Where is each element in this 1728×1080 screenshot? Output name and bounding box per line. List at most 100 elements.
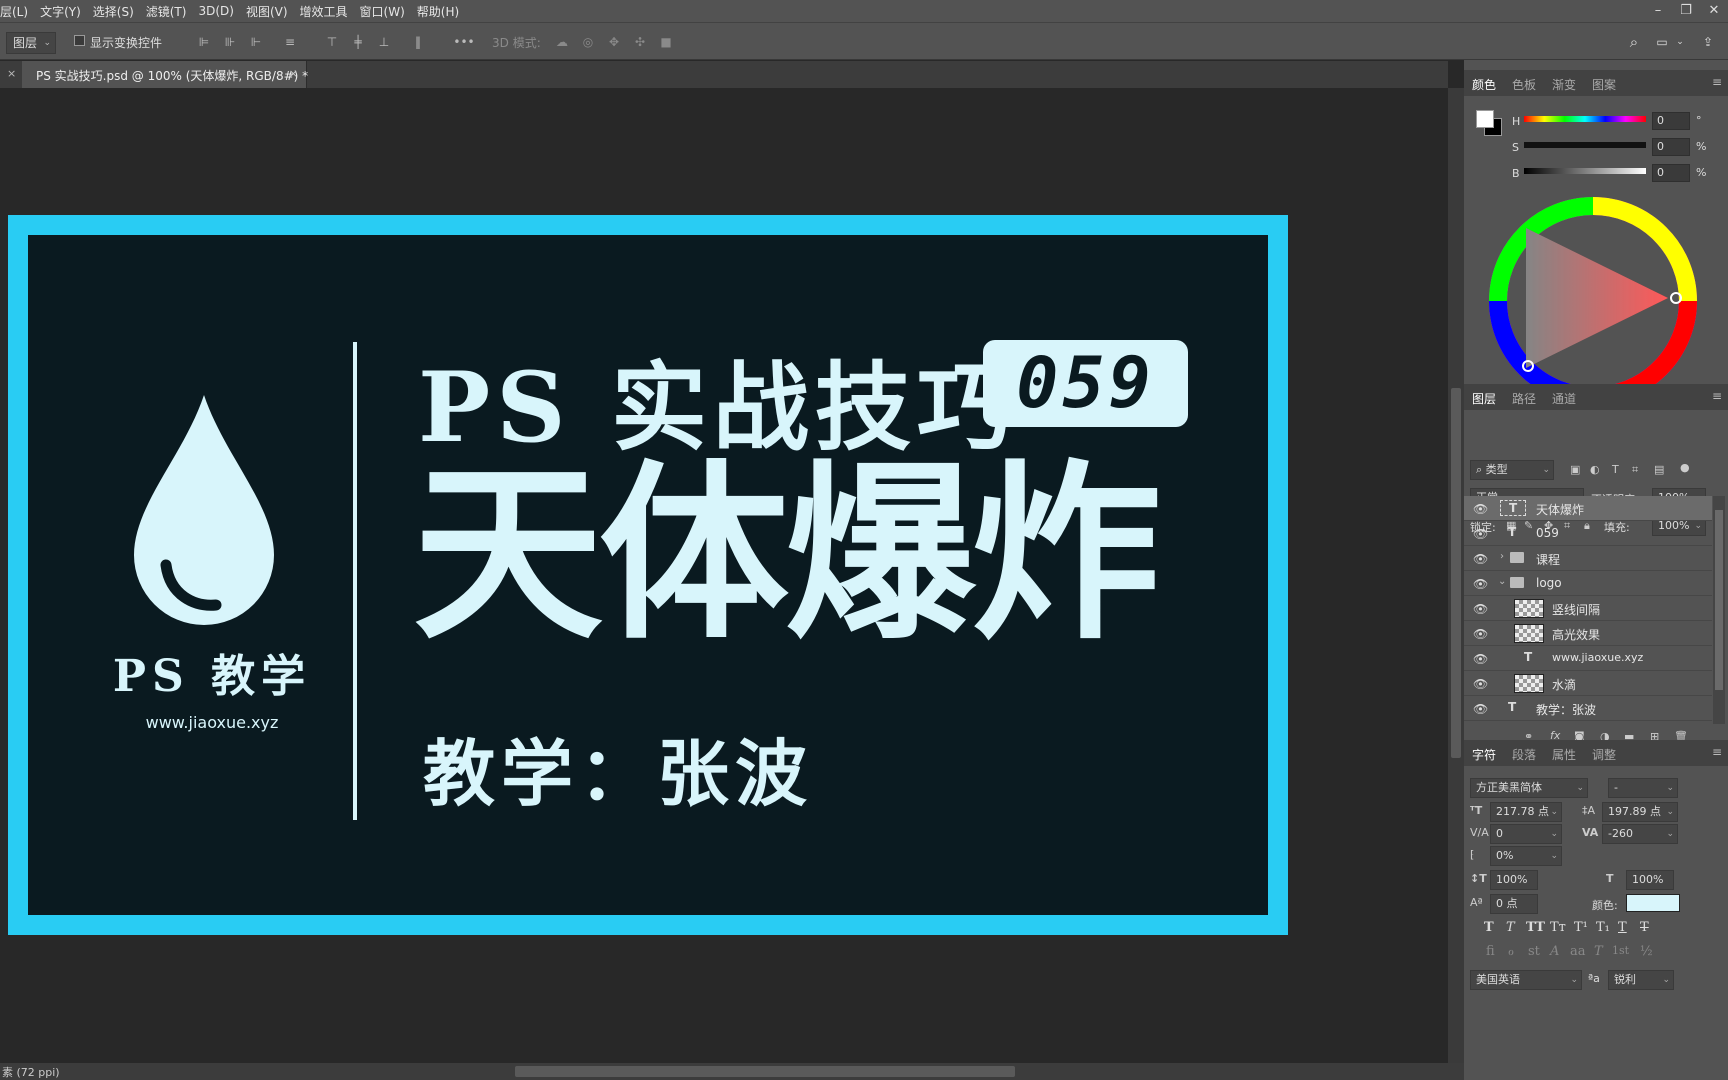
menu-filter[interactable]: 滤镜(T) [140,3,193,20]
filter-adjustment-icon[interactable]: ◐ [1590,463,1600,476]
all-caps-button[interactable]: TT [1526,920,1545,935]
tsume-input[interactable]: 0% ⌄ [1490,846,1562,866]
minimize-button[interactable]: – [1644,0,1672,22]
saturation-value[interactable]: 0 [1652,138,1690,156]
filter-shape-icon[interactable]: ⌗ [1632,463,1638,477]
layer-row[interactable]: 👁︎ T 教学：张波 [1464,696,1712,721]
tab-gradients[interactable]: 渐变 [1552,76,1576,93]
search-icon[interactable]: ⌕ [1626,34,1642,50]
hue-slider[interactable]: H 0 ° [1512,112,1722,132]
filter-toggle-icon[interactable]: ● [1680,461,1690,474]
foreground-color-swatch[interactable] [1476,110,1494,128]
menu-type[interactable]: 文字(Y) [34,3,87,20]
menu-3d[interactable]: 3D(D) [192,4,239,18]
document-tab[interactable]: PS 实战技巧.psd @ 100% (天体爆炸, RGB/8#) * × [22,61,308,88]
tab-channels[interactable]: 通道 [1552,390,1576,407]
stylistic-alternates-button[interactable]: aa [1570,944,1586,959]
swash-button[interactable]: A [1550,944,1559,959]
layer-name[interactable]: 竖线间隔 [1552,601,1600,618]
hue-value[interactable]: 0 [1652,112,1690,130]
layers-scrollbar[interactable] [1713,496,1725,724]
ordinals-button[interactable]: 1st [1612,944,1629,957]
language-dropdown[interactable]: 美国英语 ⌄ [1470,970,1582,990]
brightness-slider[interactable]: B 0 % [1512,164,1722,184]
layer-row[interactable]: 👁︎ ⌄ logo [1464,571,1712,596]
menu-view[interactable]: 视图(V) [240,3,294,20]
canvas-vertical-scrollbar[interactable] [1448,88,1464,1063]
workspace-chevron-icon[interactable]: ⌄ [1672,34,1688,50]
eye-icon[interactable]: 👁︎ [1473,602,1488,616]
filter-pixel-icon[interactable]: ▣ [1570,463,1580,476]
layer-row[interactable]: 👁︎ 高光效果 [1464,621,1712,646]
more-options-icon[interactable]: ••• [452,34,476,50]
layer-name[interactable]: 059 [1536,526,1559,540]
faux-italic-button[interactable]: T [1506,920,1515,935]
eye-icon[interactable]: 👁︎ [1473,652,1488,666]
layer-name[interactable]: 教学：张波 [1536,701,1596,718]
align-hcenter-icon[interactable]: ⊪ [222,34,238,50]
layer-filter-dropdown[interactable]: ⌕ 类型 ⌄ [1470,460,1554,480]
align-vcenter-icon[interactable]: ╪ [350,34,366,50]
eye-icon[interactable]: 👁︎ [1473,577,1488,591]
layer-row[interactable]: 👁︎ 水滴 [1464,671,1712,696]
subscript-button[interactable]: T₁ [1596,920,1610,935]
character-menu-icon[interactable]: ≡ [1712,745,1722,759]
close-tab-icon[interactable]: × [289,67,298,80]
layers-scrollbar-thumb[interactable] [1715,510,1723,690]
strikethrough-button[interactable]: T [1640,920,1649,935]
menu-plugins[interactable]: 增效工具 [294,3,354,20]
layer-name[interactable]: www.jiaoxue.xyz [1552,651,1643,664]
filter-type-icon[interactable]: T [1612,463,1619,476]
align-right-icon[interactable]: ⊩ [248,34,264,50]
layer-name[interactable]: 课程 [1536,551,1560,568]
tab-patterns[interactable]: 图案 [1592,76,1616,93]
3d-slide-icon[interactable]: ✣ [632,34,648,50]
layer-name[interactable]: 高光效果 [1552,626,1600,643]
vertical-scale-input[interactable]: 100% [1490,870,1538,890]
saturation-track[interactable] [1524,142,1646,148]
layer-row[interactable]: 👁︎ T 059 [1464,521,1712,546]
tab-paths[interactable]: 路径 [1512,390,1536,407]
panel-menu-icon[interactable]: ≡ [1712,75,1722,89]
tracking-input[interactable]: -260 ⌄ [1602,824,1678,844]
layer-row[interactable]: 👁︎ T www.jiaoxue.xyz [1464,646,1712,671]
close-icon[interactable]: × [7,67,16,80]
discretionary-ligature-button[interactable]: st [1528,944,1540,959]
layer-name[interactable]: logo [1536,576,1562,590]
chevron-down-icon[interactable]: ⌄ [1498,576,1506,587]
menu-window[interactable]: 窗口(W) [354,3,411,20]
superscript-button[interactable]: T¹ [1574,920,1588,935]
tab-layers[interactable]: 图层 [1472,390,1496,407]
font-size-input[interactable]: 217.78 点 ⌄ [1490,802,1562,822]
chevron-right-icon[interactable]: › [1500,551,1504,562]
small-caps-button[interactable]: Tт [1550,920,1566,935]
ligature-button[interactable]: fi [1486,944,1495,959]
hue-track[interactable] [1524,116,1646,122]
distribute-vertical-icon[interactable]: ‖ [410,34,426,50]
tab-character[interactable]: 字符 [1472,746,1496,763]
brightness-track[interactable] [1524,168,1646,174]
alternate-button[interactable]: ℴ [1508,944,1514,959]
eye-icon[interactable]: 👁︎ [1473,677,1488,691]
antialias-dropdown[interactable]: 锐利 ⌄ [1608,970,1674,990]
fractions-button[interactable]: ½ [1640,944,1653,959]
horizontal-scale-input[interactable]: 100% [1626,870,1674,890]
eye-icon[interactable]: 👁︎ [1473,702,1488,716]
eye-icon[interactable]: 👁︎ [1473,627,1488,641]
tab-adjustments[interactable]: 调整 [1592,746,1616,763]
layers-menu-icon[interactable]: ≡ [1712,389,1722,403]
underline-button[interactable]: T [1618,920,1627,935]
menu-layer[interactable]: 层(L) [0,3,34,20]
3d-camera-icon[interactable]: ■ [658,34,674,50]
filter-smart-icon[interactable]: ▤ [1654,463,1664,476]
3d-roll-icon[interactable]: ◎ [580,34,596,50]
color-wheel[interactable] [1488,196,1698,406]
horizontal-scrollbar-thumb[interactable] [515,1066,1015,1077]
canvas-area[interactable]: PS 教学 www.jiaoxue.xyz PS 实战技巧 059 天体爆炸 教… [0,88,1448,1063]
layer-row[interactable]: 👁︎ 竖线间隔 [1464,596,1712,621]
align-bottom-icon[interactable]: ⊥ [376,34,392,50]
menu-select[interactable]: 选择(S) [87,3,140,20]
align-top-icon[interactable]: ⊤ [324,34,340,50]
layer-name[interactable]: 天体爆炸 [1536,501,1584,518]
tab-properties[interactable]: 属性 [1552,746,1576,763]
